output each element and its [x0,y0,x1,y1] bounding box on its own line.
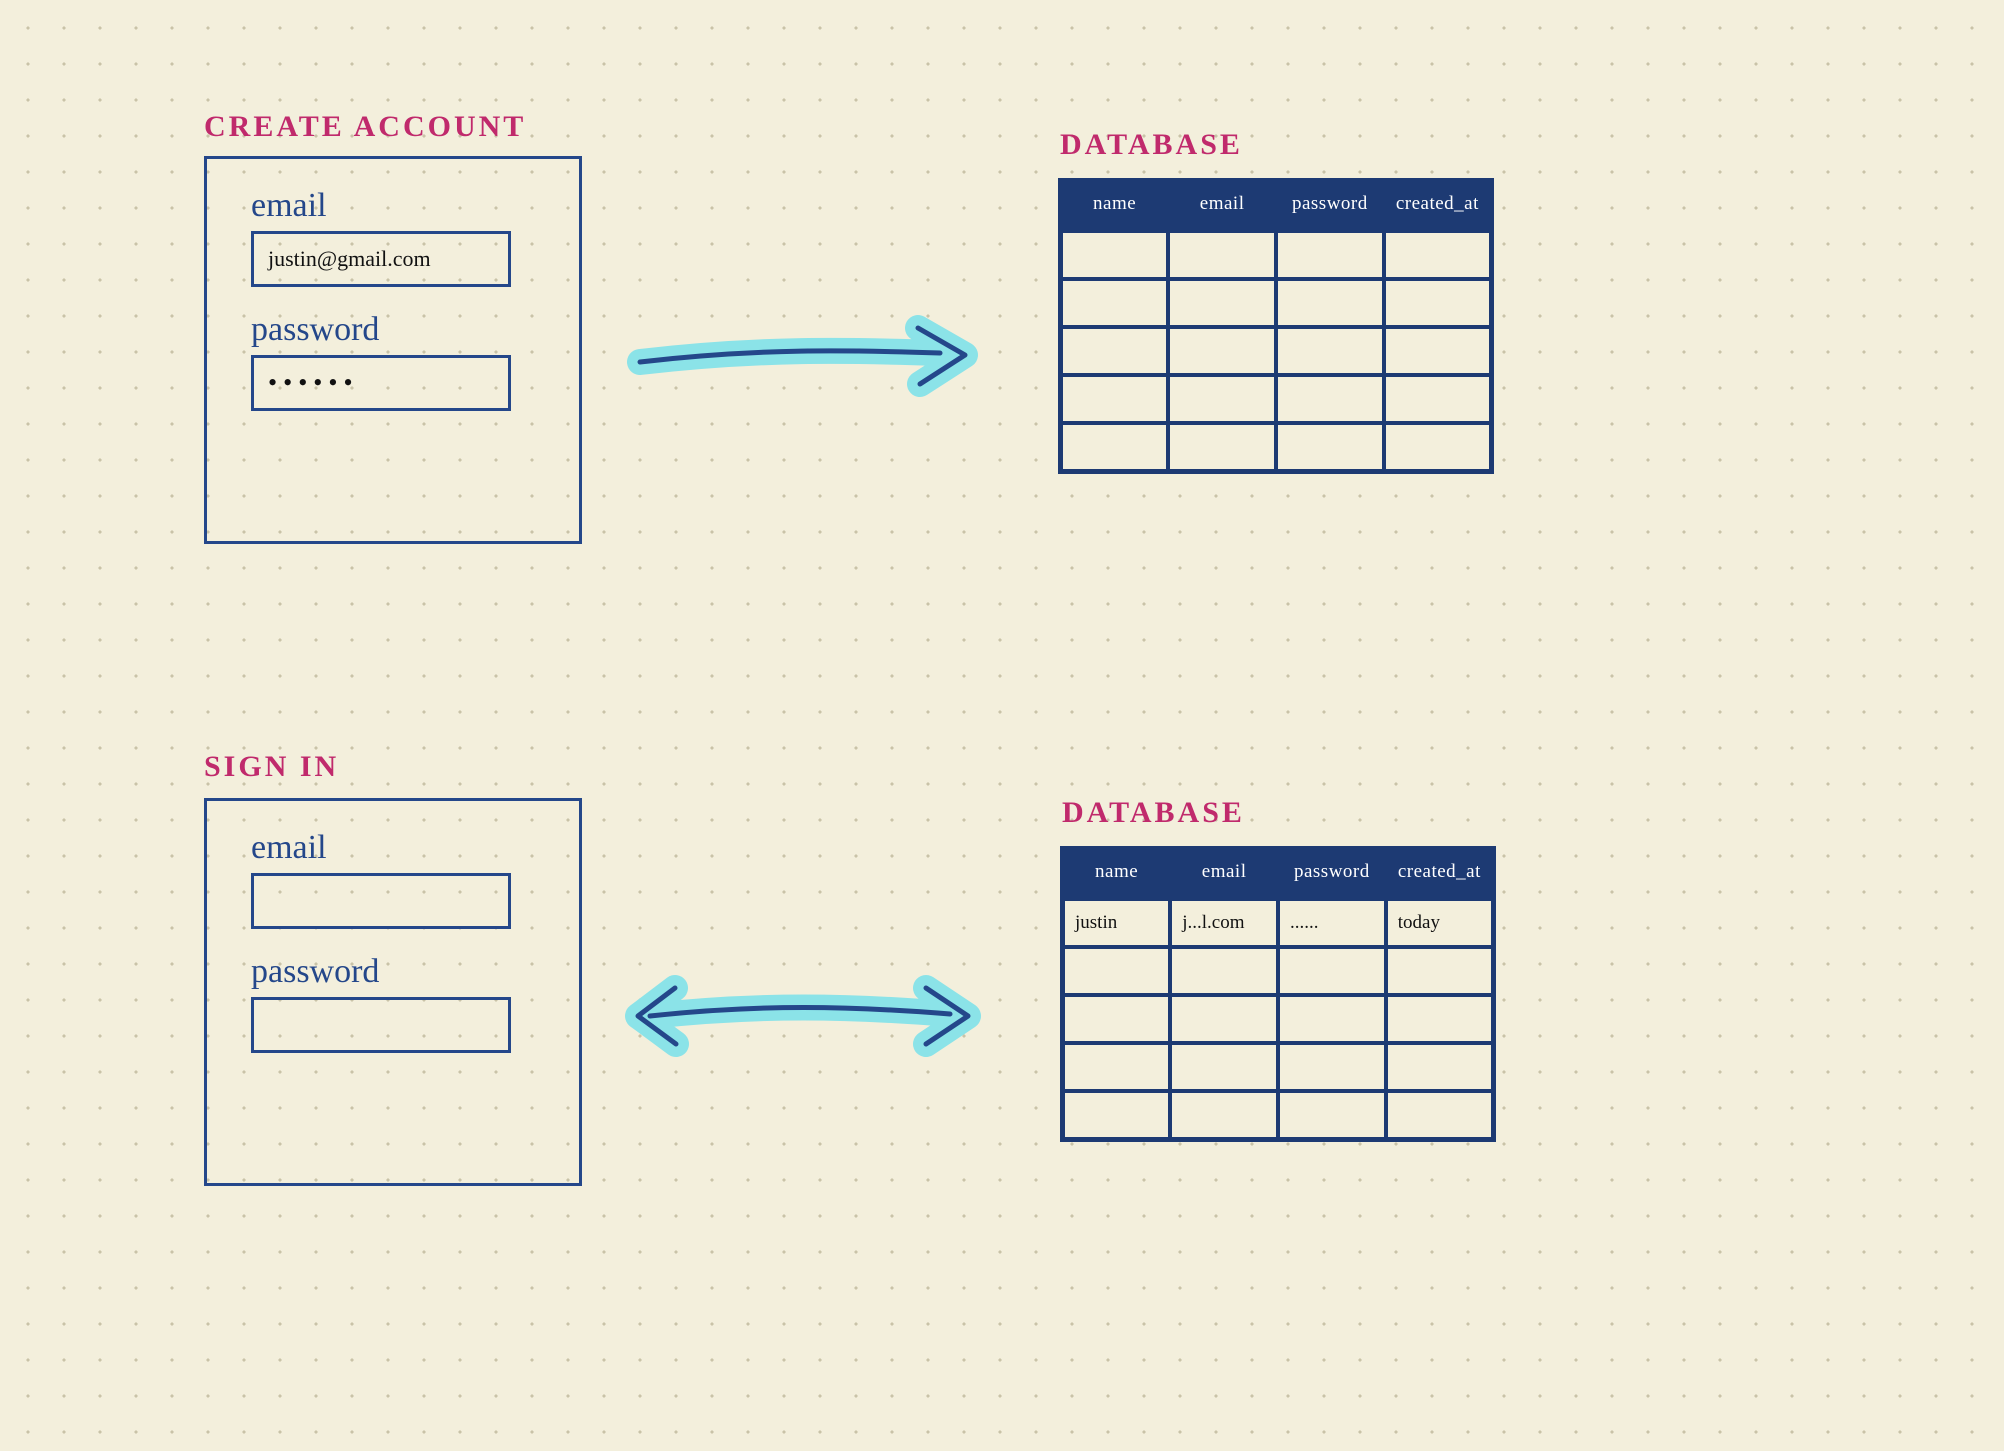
password-input[interactable] [251,997,511,1053]
db-column-header: created_at [1386,849,1494,900]
email-input[interactable] [251,873,511,929]
table-cell [1170,947,1278,995]
db-column-header: email [1170,849,1278,900]
table-cell [1061,231,1169,279]
table-cell [1384,231,1492,279]
password-label: password [251,953,519,991]
table-row: justinj...l.com......today [1063,899,1494,947]
table-cell [1168,279,1276,327]
table-cell [1278,995,1386,1043]
table-cell [1278,1043,1386,1091]
table-cell [1168,231,1276,279]
table-cell [1168,327,1276,375]
table-cell [1278,1091,1386,1139]
table-row [1063,947,1494,995]
email-input[interactable]: justin@gmail.com [251,231,511,287]
table-cell [1063,947,1171,995]
table-cell [1386,1091,1494,1139]
table-cell [1278,947,1386,995]
table-row [1061,375,1492,423]
password-input[interactable]: •••••• [251,355,511,411]
table-cell [1170,995,1278,1043]
arrow-both-icon [620,958,1000,1078]
table-cell [1061,423,1169,471]
sign-in-title: SIGN IN [204,750,339,784]
table-cell [1170,1043,1278,1091]
table-cell [1276,279,1384,327]
table-cell [1061,279,1169,327]
table-row [1061,327,1492,375]
table-row [1063,995,1494,1043]
table-cell [1386,1043,1494,1091]
table-row [1063,1043,1494,1091]
table-row [1063,1091,1494,1139]
database1-title: DATABASE [1060,128,1243,162]
db-column-header: email [1168,181,1276,232]
db-column-header: password [1276,181,1384,232]
table-cell [1384,375,1492,423]
table-cell: today [1386,899,1494,947]
table-cell [1386,995,1494,1043]
email-label: email [251,829,519,867]
table-cell [1061,327,1169,375]
table-cell [1276,375,1384,423]
table-cell: ...... [1278,899,1386,947]
table-cell [1063,995,1171,1043]
database1-table: nameemailpasswordcreated_at [1058,178,1494,474]
db-column-header: created_at [1384,181,1492,232]
db-column-header: password [1278,849,1386,900]
table-row [1061,279,1492,327]
table-cell [1276,231,1384,279]
create-account-form: email justin@gmail.com password •••••• [204,156,582,544]
table-cell [1384,279,1492,327]
table-cell [1170,1091,1278,1139]
table-cell [1384,423,1492,471]
table-cell [1386,947,1494,995]
table-row [1061,231,1492,279]
arrow-right-icon [620,300,1000,420]
email-label: email [251,187,519,225]
table-cell: j...l.com [1170,899,1278,947]
table-cell [1063,1043,1171,1091]
table-cell [1384,327,1492,375]
table-cell [1168,375,1276,423]
table-cell: justin [1063,899,1171,947]
table-cell [1061,375,1169,423]
table-cell [1276,423,1384,471]
table-row [1061,423,1492,471]
db-column-header: name [1063,849,1171,900]
create-account-title: CREATE ACCOUNT [204,110,526,144]
database2-title: DATABASE [1062,796,1245,830]
database2-table: nameemailpasswordcreated_atjustinj...l.c… [1060,846,1496,1142]
table-cell [1276,327,1384,375]
password-label: password [251,311,519,349]
db-column-header: name [1061,181,1169,232]
sign-in-form: email password [204,798,582,1186]
table-cell [1063,1091,1171,1139]
table-cell [1168,423,1276,471]
